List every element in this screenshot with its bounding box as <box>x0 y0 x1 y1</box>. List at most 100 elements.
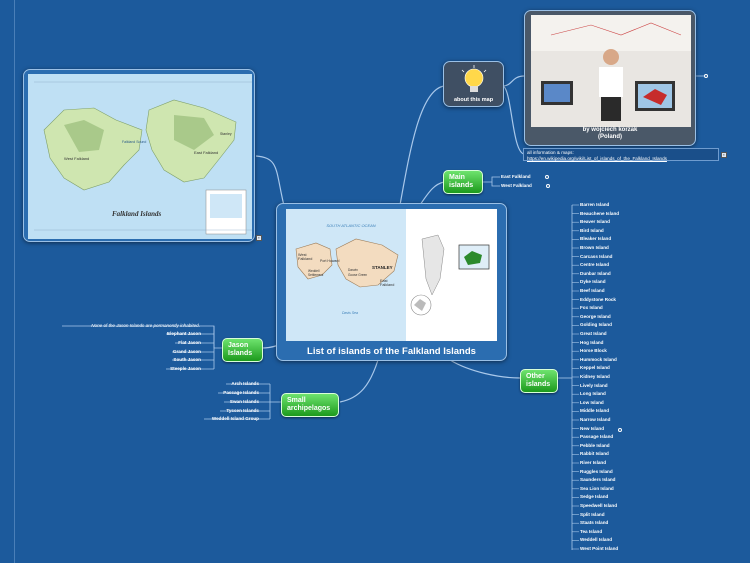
jason-item[interactable]: Elephant Jason <box>140 331 201 337</box>
other-islands-label-1: Other <box>526 373 545 380</box>
other-island-item[interactable]: Brown Island <box>580 245 609 251</box>
central-node[interactable]: SOUTH ATLANTIC OCEAN West Falkland East … <box>276 203 507 361</box>
jason-item[interactable]: Steeple Jason <box>140 366 201 372</box>
other-island-item[interactable]: River Island <box>580 460 606 466</box>
other-island-item[interactable]: Staats Island <box>580 520 608 526</box>
other-island-item[interactable]: Weddell Island <box>580 537 612 543</box>
other-island-item[interactable]: Lively Island <box>580 383 608 389</box>
jason-item[interactable]: Grand Jason <box>140 349 201 355</box>
other-island-item[interactable]: Speedwell Island <box>580 503 617 509</box>
central-map-davis-label: Davis Sea <box>342 311 358 315</box>
author-photo <box>531 15 691 127</box>
other-island-item[interactable]: Rabbit Island <box>580 451 609 457</box>
main-island-item[interactable]: East Falkland <box>501 174 531 180</box>
other-island-item[interactable]: Dunbar Island <box>580 271 611 277</box>
other-island-item[interactable]: Passage Island <box>580 434 613 440</box>
left-map-stanley-label: Stanley <box>220 132 232 136</box>
other-island-item[interactable]: Low Island <box>580 400 604 406</box>
other-island-item[interactable]: Saunders Island <box>580 477 616 483</box>
url-attachment-icon[interactable]: ▪ <box>721 152 727 158</box>
info-url-link[interactable]: https://en.wikipedia.org/wiki/List_of_is… <box>527 156 715 162</box>
other-island-item[interactable]: Kidney Island <box>580 374 610 380</box>
archipelago-item[interactable]: Swan Islands <box>190 399 259 405</box>
other-islands-label-2: islands <box>526 381 551 388</box>
central-map-weddell-label: Weddell Settlement <box>308 269 324 277</box>
other-island-item[interactable]: Beef Island <box>580 288 605 294</box>
other-island-item[interactable]: Pebble Island <box>580 443 610 449</box>
left-map-west-label: West Falkland <box>64 156 90 161</box>
central-map-port-howard-label: Port Howard <box>320 259 340 263</box>
photo-caption: by wojciech korzak (Poland) <box>525 127 695 141</box>
central-title: List of islands of the Falkland Islands <box>307 346 476 357</box>
photo-caption-country: (Poland) <box>598 134 622 140</box>
central-map-image: SOUTH ATLANTIC OCEAN West Falkland East … <box>286 209 497 341</box>
main-island-expand-handle[interactable] <box>545 175 549 179</box>
other-island-item[interactable]: Centre Island <box>580 262 609 268</box>
other-island-item[interactable]: Bleaker Island <box>580 236 611 242</box>
other-island-item[interactable]: Tea Island <box>580 529 602 535</box>
other-island-item[interactable]: Hog Island <box>580 340 603 346</box>
other-islands-node[interactable]: Other islands <box>520 369 558 393</box>
other-island-item[interactable]: New Island <box>580 426 604 432</box>
attachment-icon[interactable]: ▪ <box>256 235 262 241</box>
about-label: about this map <box>453 97 494 103</box>
photo-caption-name: by wojciech korzak <box>582 127 638 133</box>
other-island-item[interactable]: Beauchene Island <box>580 211 619 217</box>
central-map-stanley-label: STANLEY <box>372 265 393 270</box>
central-map-goose-label: Goose Green <box>348 273 368 277</box>
central-map-east-label: East Falkland <box>380 279 395 287</box>
jason-label-2: Islands <box>228 350 253 357</box>
other-island-item[interactable]: Sedge Island <box>580 494 608 500</box>
other-island-item[interactable]: Dyke Island <box>580 279 606 285</box>
main-island-expand-handle[interactable] <box>546 184 550 188</box>
central-map-ocean-label: SOUTH ATLANTIC OCEAN <box>326 223 376 228</box>
central-map-west-label: West Falkland <box>298 253 313 261</box>
archipelago-item[interactable]: Weddell Island Group <box>190 416 259 422</box>
jason-note: None of the Jason Islands are permanentl… <box>91 323 200 328</box>
other-island-item[interactable]: West Point Island <box>580 546 618 552</box>
other-island-item[interactable]: Hummock Island <box>580 357 617 363</box>
archipelago-item[interactable]: Arch Islands <box>190 381 259 387</box>
archipelago-item[interactable]: Passage Islands <box>190 390 259 396</box>
other-island-item[interactable]: Middle Island <box>580 408 609 414</box>
left-map-card[interactable]: Falkland Islands West Falkland East Falk… <box>23 69 255 242</box>
other-island-item[interactable]: Fox Island <box>580 305 603 311</box>
other-island-item[interactable]: Narrow Island <box>580 417 610 423</box>
other-island-item[interactable]: Keppel Island <box>580 365 610 371</box>
other-island-item[interactable]: Horse Block <box>580 348 607 354</box>
left-map-east-label: East Falkland <box>194 150 219 155</box>
other-island-item[interactable]: Ruggles Island <box>580 469 613 475</box>
jason-item[interactable]: Flat Jason <box>140 340 201 346</box>
left-map-sound-label: Falkland Sound <box>122 140 147 144</box>
main-islands-label-1: Main <box>449 174 465 181</box>
other-island-item[interactable]: George Island <box>580 314 611 320</box>
author-photo-card[interactable]: by wojciech korzak (Poland) <box>524 10 696 146</box>
main-islands-label-2: islands <box>449 182 474 189</box>
new-island-expand-handle[interactable] <box>618 428 622 432</box>
other-island-item[interactable]: Barren Island <box>580 202 609 208</box>
info-url-box[interactable]: all information & maps: https://en.wikip… <box>523 148 719 161</box>
left-map-title: Falkland Islands <box>112 210 162 218</box>
central-map-darwin-label: Darwin <box>348 268 358 272</box>
jason-islands-node[interactable]: Jason Islands <box>222 338 263 362</box>
jason-item[interactable]: South Jason <box>140 357 201 363</box>
other-island-item[interactable]: Long Island <box>580 391 606 397</box>
other-island-item[interactable]: Beaver Island <box>580 219 610 225</box>
other-island-item[interactable]: Carcass Island <box>580 254 612 260</box>
main-island-item[interactable]: West Falkland <box>501 183 532 189</box>
other-island-item[interactable]: Eddystone Rock <box>580 297 616 303</box>
about-node[interactable]: about this map <box>443 61 504 107</box>
lightbulb-icon <box>461 65 487 92</box>
small-archipelagos-node[interactable]: Small archipelagos <box>281 393 339 417</box>
other-island-item[interactable]: Sea Lion Island <box>580 486 614 492</box>
archipelago-item[interactable]: Tyssen Islands <box>190 408 259 414</box>
small-archipelagos-label-1: Small <box>287 397 306 404</box>
jason-label-1: Jason <box>228 342 249 349</box>
main-islands-node[interactable]: Main islands <box>443 170 483 194</box>
other-island-item[interactable]: Split Island <box>580 512 605 518</box>
other-island-item[interactable]: Golding Island <box>580 322 612 328</box>
small-archipelagos-label-2: archipelagos <box>287 405 331 412</box>
other-island-item[interactable]: Bird Island <box>580 228 604 234</box>
other-island-item[interactable]: Great Island <box>580 331 607 337</box>
photo-expand-handle[interactable] <box>704 74 708 78</box>
